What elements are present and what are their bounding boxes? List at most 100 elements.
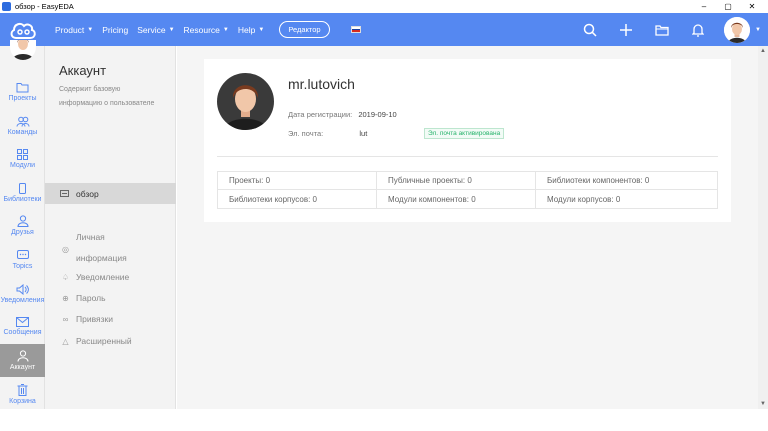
registration-label: Дата регистрации: (288, 110, 353, 119)
window-bottom-strip (0, 409, 768, 431)
nav-resource[interactable]: Resource ▼ (184, 25, 229, 35)
profile-username: mr.lutovich (288, 76, 355, 92)
sidebar-item-overview[interactable]: обзор (45, 183, 176, 204)
main-content: mr.lutovich Дата регистрации: 2019-09-10… (177, 46, 758, 409)
team-icon (16, 116, 29, 127)
rail-account-label: Аккаунт (9, 364, 36, 371)
sidebar-item-bindings[interactable]: ∞ Привязки (60, 314, 113, 324)
friends-icon (16, 215, 29, 227)
rail-teams[interactable]: Команды (0, 109, 45, 142)
stats-table: Проекты: 0 Публичные проекты: 0 Библиоте… (217, 171, 718, 209)
folder-icon (16, 82, 29, 92)
bell-icon[interactable] (680, 13, 716, 46)
rail-projects[interactable]: Проекты (0, 75, 45, 108)
account-sidebar: Аккаунт Содержит базовую информацию о по… (45, 46, 176, 409)
rail-trash[interactable]: Корзина (0, 378, 45, 411)
stat-label: Публичные проекты: (388, 176, 466, 185)
folder-icon[interactable] (644, 13, 680, 46)
sidebar-item-advanced[interactable]: △ Расширенный (60, 336, 131, 346)
rail-notifications-label: Уведомления (0, 296, 45, 304)
rail-libraries-label: Библиотеки (3, 195, 42, 203)
sidebar-item-password[interactable]: ⊕ Пароль (60, 293, 105, 303)
sidebar-item-notification-label: Уведомление (76, 272, 130, 282)
russian-flag-icon[interactable] (350, 26, 361, 33)
rail-notifications[interactable]: Уведомления (0, 277, 45, 310)
nav-help[interactable]: Help ▼ (238, 25, 264, 35)
nav-actions: ▼ (572, 13, 768, 46)
sidebar-item-bindings-label: Привязки (76, 314, 113, 324)
nav-resource-label: Resource (183, 24, 220, 35)
nav-pricing[interactable]: Pricing (102, 25, 128, 35)
nav-service[interactable]: Service ▼ (137, 25, 174, 35)
modules-icon (17, 148, 28, 160)
message-icon (16, 317, 29, 327)
lock-icon: ⊕ (62, 293, 69, 303)
overview-icon (60, 189, 71, 199)
rail-account[interactable]: Аккаунт (0, 344, 45, 377)
rail-modules-label: Модули (9, 161, 36, 169)
stat-value: 0 (467, 176, 472, 185)
rail-topics-label: Topics (12, 262, 33, 270)
topics-icon (16, 249, 29, 259)
stat-label: Библиотеки корпусов: (229, 194, 311, 204)
stat-component-libraries: Библиотеки компонентов: 0 (536, 172, 717, 190)
stat-value: 0 (644, 176, 650, 185)
editor-button[interactable]: Редактор (279, 21, 330, 38)
scroll-down-icon[interactable]: ▼ (758, 399, 768, 409)
user-icon (17, 350, 28, 362)
window-titlebar: обзор - EasyEDA – ▢ ✕ (0, 0, 768, 13)
stat-footprint-modules: Модули корпусов: 0 (536, 190, 717, 208)
user-avatar[interactable] (724, 16, 751, 43)
rail-teams-label: Команды (7, 128, 38, 136)
stat-projects: Проекты: 0 (218, 172, 377, 190)
plus-icon[interactable] (608, 13, 644, 46)
icon-rail: Проекты Команды Модули Библиотеки Друзья… (0, 40, 45, 411)
profile-avatar[interactable] (217, 73, 274, 130)
email-verified-badge: Эл. почта активирована (424, 128, 505, 139)
rail-trash-label: Корзина (9, 398, 36, 405)
library-icon (19, 182, 26, 194)
sidebar-description: Содержит базовую информацию о пользовате… (59, 86, 155, 107)
sidebar-title: Аккаунт (59, 63, 107, 78)
rail-projects-label: Проекты (8, 94, 37, 102)
window-controls: – ▢ ✕ (692, 0, 764, 13)
rail-friends[interactable]: Друзья (0, 209, 45, 242)
maximize-button[interactable]: ▢ (716, 0, 740, 13)
personal-icon: ◎ (62, 244, 69, 254)
sidebar-item-overview-label: обзор (76, 188, 99, 199)
chevron-down-icon: ▼ (87, 26, 94, 33)
search-icon[interactable] (572, 13, 608, 46)
nav-product[interactable]: Product ▼ (55, 25, 93, 35)
stat-label: Проекты: (229, 176, 264, 185)
close-button[interactable]: ✕ (740, 0, 764, 13)
trash-icon (17, 384, 28, 396)
divider (217, 156, 718, 157)
stat-footprint-libraries: Библиотеки корпусов: 0 (218, 190, 377, 208)
link-icon: ∞ (62, 314, 69, 324)
email-row: Эл. почта: lut (288, 129, 367, 138)
sidebar-item-personal[interactable]: ◎ Личная информация (60, 229, 136, 269)
top-navbar: Product ▼ Pricing Service ▼ Resource ▼ H… (0, 13, 768, 46)
stat-label: Модули компонентов: (388, 194, 469, 204)
stat-value: 0 (471, 194, 476, 204)
email-value: lut (359, 129, 368, 138)
app-icon (2, 2, 11, 11)
rail-libraries[interactable]: Библиотеки (0, 176, 45, 209)
scroll-up-icon[interactable]: ▲ (758, 46, 768, 56)
rail-topics[interactable]: Topics (0, 243, 45, 276)
profile-card: mr.lutovich Дата регистрации: 2019-09-10… (204, 59, 731, 222)
stat-label: Библиотеки компонентов: (547, 176, 643, 185)
rail-modules[interactable]: Модули (0, 142, 45, 175)
sidebar-item-notification[interactable]: ♤ Уведомление (60, 272, 129, 282)
rail-messages-label: Сообщения (3, 329, 42, 336)
rail-messages[interactable]: Сообщения (0, 310, 45, 343)
minimize-button[interactable]: – (692, 0, 716, 13)
sidebar-item-personal-label: Личная информация (76, 232, 127, 263)
vertical-scrollbar[interactable]: ▲ ▼ (758, 46, 768, 409)
chevron-down-icon[interactable]: ▼ (755, 27, 761, 33)
rail-avatar[interactable] (10, 40, 36, 60)
window-title: обзор - EasyEDA (15, 2, 74, 11)
registration-date: 2019-09-10 (358, 110, 397, 119)
bell-icon: ♤ (61, 272, 70, 282)
nav-service-label: Service (137, 24, 166, 35)
